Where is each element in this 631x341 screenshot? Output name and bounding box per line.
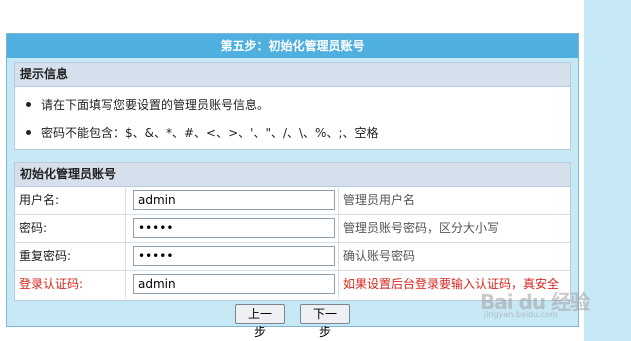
username-input[interactable]	[133, 190, 335, 210]
tip-text: 请在下面填写您要设置的管理员账号信息。	[41, 98, 270, 112]
tips-section: 提示信息 请在下面填写您要设置的管理员账号信息。 密码不能包含：$、&、*、#、…	[14, 62, 571, 150]
watermark-url: jingyan.baidu.com	[484, 310, 558, 319]
tips-list: 请在下面填写您要设置的管理员账号信息。 密码不能包含：$、&、*、#、<、>、'…	[15, 91, 570, 147]
form-row-username: 用户名: 管理员用户名	[15, 187, 570, 215]
form-row-repeat-password: 重复密码: 确认账号密码	[15, 243, 570, 271]
form-header: 初始化管理员账号	[15, 163, 570, 187]
tip-text: 密码不能包含：$、&、*、#、<、>、'、"、/、\、%、;、空格	[41, 126, 379, 140]
tips-header: 提示信息	[15, 63, 570, 87]
repeat-password-input[interactable]	[133, 246, 335, 266]
password-hint: 管理员账号密码，区分大小写	[338, 215, 499, 242]
auth-code-input[interactable]	[133, 274, 335, 294]
password-input[interactable]	[133, 218, 335, 238]
tip-item: 请在下面填写您要设置的管理员账号信息。	[15, 91, 570, 119]
admin-form-section: 初始化管理员账号 用户名: 管理员用户名 密码: 管理员账号密码，区分大小写 重…	[14, 162, 571, 301]
auth-code-label: 登录认证码:	[15, 271, 126, 298]
tip-item: 密码不能包含：$、&、*、#、<、>、'、"、/、\、%、;、空格	[15, 119, 570, 147]
right-background-strip	[584, 0, 631, 341]
bullet-icon	[26, 130, 31, 135]
form-row-password: 密码: 管理员账号密码，区分大小写	[15, 215, 570, 243]
repeat-password-hint: 确认账号密码	[338, 243, 415, 270]
username-label: 用户名:	[15, 187, 126, 214]
repeat-password-label: 重复密码:	[15, 243, 126, 270]
install-step-panel: 第五步：初始化管理员账号 提示信息 请在下面填写您要设置的管理员账号信息。 密码…	[6, 33, 579, 339]
bullet-icon	[26, 102, 31, 107]
password-label: 密码:	[15, 215, 126, 242]
username-hint: 管理员用户名	[338, 187, 415, 214]
next-step-button[interactable]: 下一步	[300, 304, 350, 339]
prev-step-button[interactable]: 上一步	[235, 304, 285, 339]
step-title: 第五步：初始化管理员账号	[7, 34, 578, 58]
